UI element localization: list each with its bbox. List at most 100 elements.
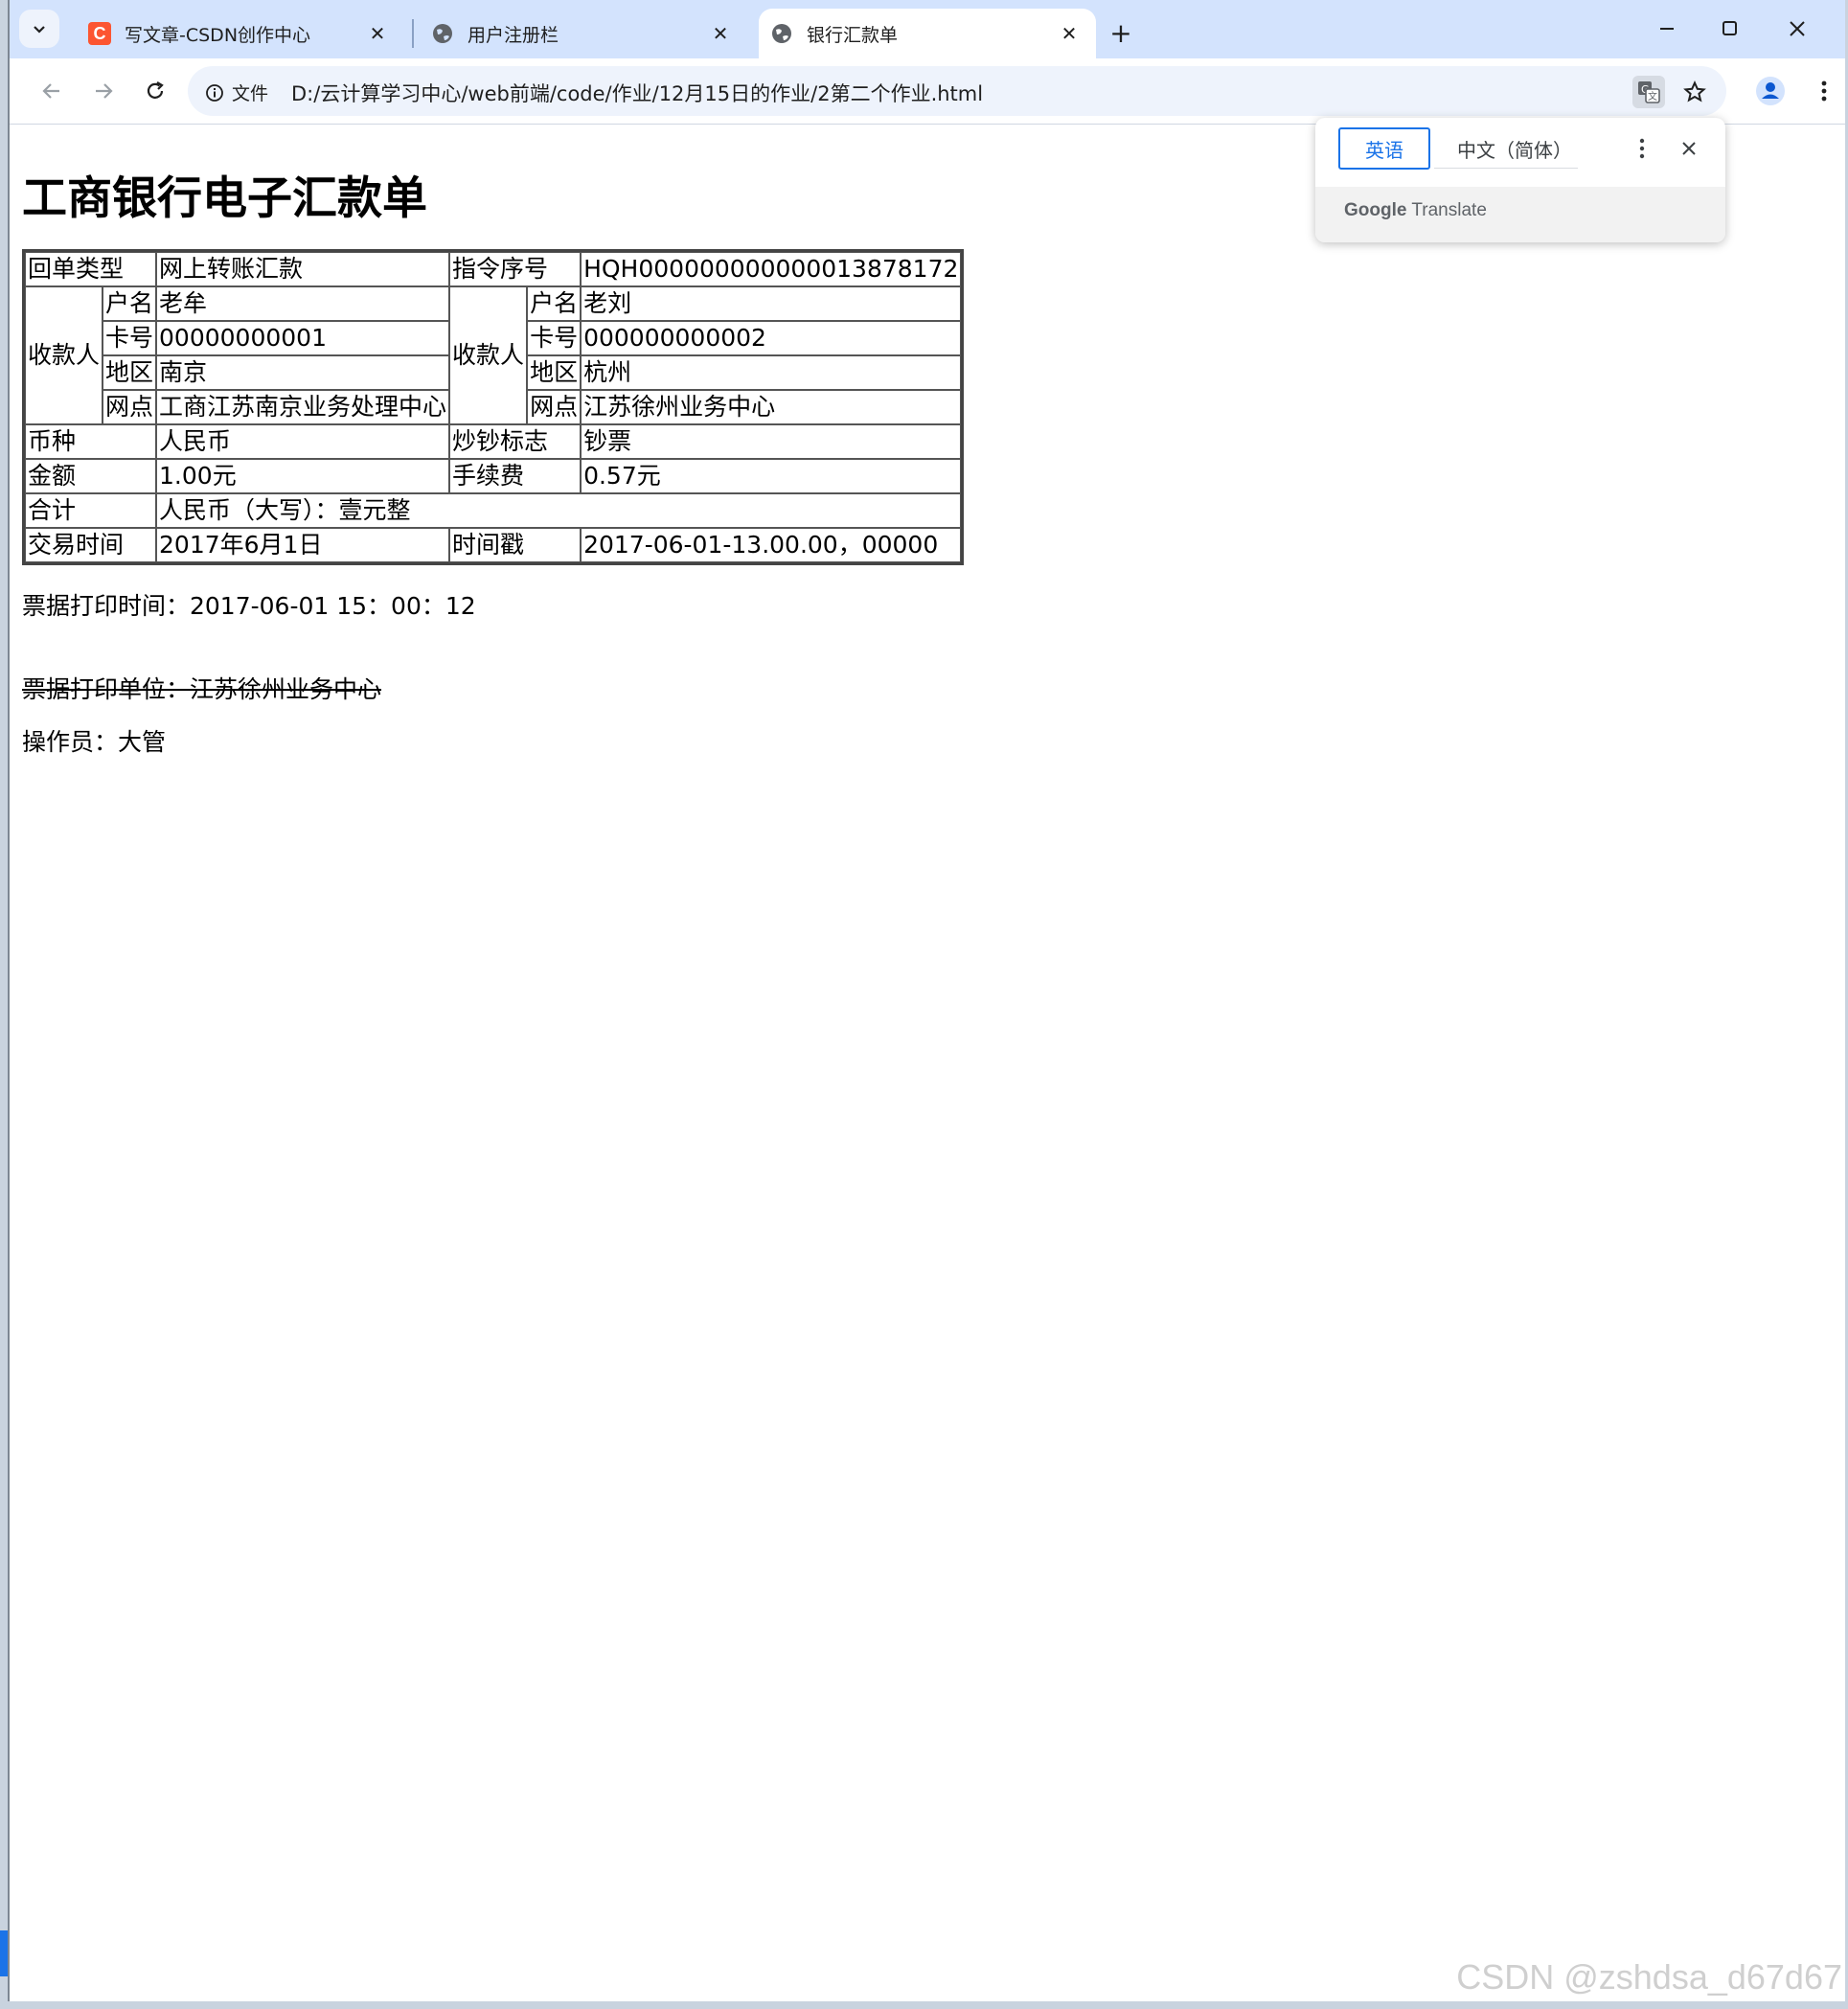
- profile-button[interactable]: [1749, 70, 1791, 112]
- tab-title: 用户注册栏: [468, 24, 559, 46]
- translate-icon: G文: [1638, 81, 1660, 103]
- arrow-right-icon: [96, 83, 113, 99]
- browser-toolbar: 文件 D:/云计算学习中心/web前端/code/作业/12月15日的作业/2第…: [10, 58, 1845, 125]
- file-scheme-label: 文件: [232, 83, 269, 104]
- forward-button[interactable]: [82, 70, 125, 112]
- close-icon: [1790, 21, 1805, 36]
- translate-footer: Google Translate: [1315, 187, 1725, 242]
- csdn-favicon-icon: C: [88, 22, 111, 45]
- target-language-tab[interactable]: 中文（简体）: [1457, 135, 1572, 163]
- cell-receipt-type-value: 网上转账汇款: [156, 252, 450, 286]
- tab-close-icon[interactable]: ✕: [366, 22, 389, 45]
- avatar-icon: [1756, 77, 1785, 105]
- new-tab-button[interactable]: +: [1102, 13, 1140, 52]
- url-text[interactable]: D:/云计算学习中心/web前端/code/作业/12月15日的作业/2第二个作…: [291, 79, 983, 107]
- cell-label: 金额: [25, 459, 157, 493]
- tab-strip: C 写文章-CSDN创作中心 ✕ 用户注册栏 ✕ 银行汇款单 ✕ +: [10, 0, 1845, 58]
- cell-label: 网点: [103, 390, 157, 424]
- more-vertical-icon: [1821, 80, 1827, 102]
- cell-label: 币种: [25, 424, 157, 459]
- csdn-watermark: CSDN @zshdsa_d67d67: [1456, 1957, 1842, 1997]
- tab-close-icon[interactable]: ✕: [1058, 22, 1081, 45]
- cell-value: 南京: [156, 355, 450, 390]
- tab-csdn-editor[interactable]: C 写文章-CSDN创作中心 ✕: [77, 9, 404, 58]
- cell-label: 炒钞标志: [449, 424, 582, 459]
- tab-title: 写文章-CSDN创作中心: [125, 24, 311, 46]
- operator-text: 操作员：大管: [22, 728, 167, 756]
- cell-label: 合计: [25, 493, 157, 528]
- browser-menu-button[interactable]: [1803, 70, 1845, 112]
- minimize-icon: [1660, 28, 1674, 30]
- translate-page-button[interactable]: G文: [1632, 76, 1665, 108]
- reload-icon: [147, 81, 164, 99]
- cell-payer-group: 收款人: [25, 286, 103, 424]
- svg-text:文: 文: [1648, 90, 1657, 103]
- translate-popup: 英语 中文（简体） Google Translate: [1315, 118, 1725, 242]
- address-bar[interactable]: 文件 D:/云计算学习中心/web前端/code/作业/12月15日的作业/2第…: [188, 66, 1726, 116]
- translate-close-button[interactable]: [1674, 131, 1704, 166]
- tab-separator: [412, 19, 414, 48]
- cell-value: 人民币: [156, 424, 450, 459]
- chevron-down-icon: [34, 26, 45, 34]
- cell-value: 工商江苏南京业务处理中心: [156, 390, 450, 424]
- page-title: 工商银行电子汇款单: [22, 172, 427, 225]
- site-info-button[interactable]: 文件: [205, 80, 268, 105]
- reload-button[interactable]: [134, 70, 176, 112]
- table-row: 合计 人民币（大写）：壹元整: [25, 493, 962, 528]
- bookmark-star-button[interactable]: [1678, 76, 1711, 108]
- cell-label: 户名: [527, 286, 582, 321]
- tab-close-icon[interactable]: ✕: [709, 22, 732, 45]
- cell-value: 2017年6月1日: [156, 528, 450, 562]
- cell-label: 卡号: [527, 321, 582, 355]
- minimize-button[interactable]: [1638, 8, 1696, 50]
- window-left-frame: [0, 0, 10, 2009]
- print-unit-text: 票据打印单位：江苏徐州业务中心: [22, 675, 382, 703]
- cell-value: 1.00元: [156, 459, 450, 493]
- info-icon: [206, 83, 223, 102]
- print-time-text: 票据打印时间：2017-06-01 15：00：12: [22, 592, 476, 620]
- cell-order-no-label: 指令序号: [449, 252, 582, 286]
- tab-user-registration[interactable]: 用户注册栏 ✕: [420, 9, 747, 58]
- translate-wordmark: Translate: [1411, 200, 1487, 220]
- tab-title: 银行汇款单: [807, 24, 899, 46]
- cell-value: 00000000001: [156, 321, 450, 355]
- cell-label: 户名: [103, 286, 157, 321]
- cell-value: 人民币（大写）：壹元整: [156, 493, 962, 528]
- cell-value: 钞票: [581, 424, 962, 459]
- cell-value: 江苏徐州业务中心: [581, 390, 962, 424]
- cell-label: 网点: [527, 390, 582, 424]
- table-row: 交易时间 2017年6月1日 时间戳 2017-06-01-13.00.00，0…: [25, 528, 962, 562]
- table-row: 收款人 户名 老牟 收款人 户名 老刘: [25, 286, 962, 424]
- cell-value: 0.57元: [581, 459, 962, 493]
- cell-value: 000000000002: [581, 321, 962, 355]
- translate-options-button[interactable]: [1627, 131, 1657, 166]
- table-row: 币种 人民币 炒钞标志 钞票: [25, 424, 962, 459]
- cell-payee-group: 收款人: [449, 286, 528, 424]
- cell-label: 手续费: [449, 459, 582, 493]
- tab-search-button[interactable]: [19, 10, 59, 48]
- table-row: 金额 1.00元 手续费 0.57元: [25, 459, 962, 493]
- back-button[interactable]: [31, 70, 73, 112]
- table-row: 回单类型 网上转账汇款 指令序号 HQH00000000000001387817…: [25, 252, 962, 286]
- google-translate-logo: Google Translate: [1344, 200, 1487, 221]
- plus-icon: +: [1109, 16, 1132, 49]
- cell-value: 老刘: [581, 286, 962, 321]
- cell-label: 交易时间: [25, 528, 157, 562]
- cell-label: 地区: [527, 355, 582, 390]
- google-wordmark: Google: [1344, 200, 1407, 220]
- globe-icon: [433, 24, 452, 43]
- cell-value: 老牟: [156, 286, 450, 321]
- cell-receipt-type-label: 回单类型: [25, 252, 157, 286]
- arrow-left-icon: [42, 83, 59, 99]
- source-language-tab[interactable]: 英语: [1338, 127, 1430, 170]
- cell-order-no-value: HQH000000000000013878172: [581, 252, 962, 286]
- window-close-button[interactable]: [1768, 8, 1826, 50]
- tab-underline: [1434, 168, 1578, 169]
- cell-label: 时间戳: [449, 528, 582, 562]
- tab-bank-remittance[interactable]: 银行汇款单 ✕: [759, 9, 1096, 58]
- cell-label: 地区: [103, 355, 157, 390]
- star-icon: [1683, 80, 1706, 103]
- maximize-button[interactable]: [1701, 8, 1759, 50]
- globe-icon: [772, 24, 791, 43]
- maximize-icon: [1723, 21, 1737, 35]
